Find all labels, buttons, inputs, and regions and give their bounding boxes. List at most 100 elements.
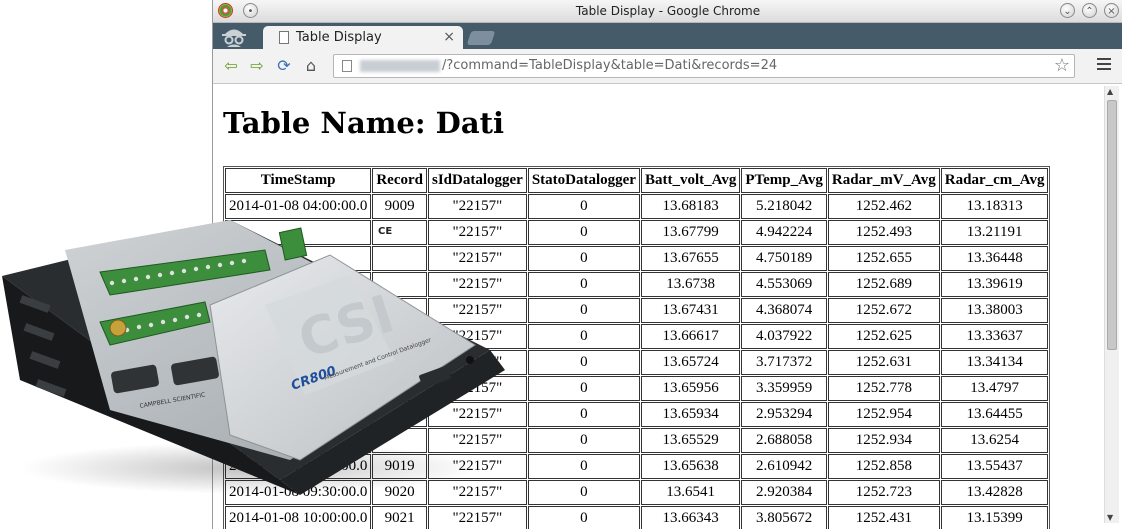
table-cell: 0 xyxy=(527,298,640,323)
table-cell: 1252.778 xyxy=(827,376,940,401)
table-cell: 13.67431 xyxy=(640,298,741,323)
table-cell: 2.920384 xyxy=(741,480,827,505)
scroll-up-icon[interactable]: ▲ xyxy=(1107,87,1113,96)
table-cell: 3.359959 xyxy=(741,376,827,401)
table-cell: 13.65724 xyxy=(640,350,741,375)
tab-label: Table Display xyxy=(296,30,382,45)
incognito-icon xyxy=(222,29,246,47)
table-cell: 13.65934 xyxy=(640,402,741,427)
table-cell: 0 xyxy=(527,428,640,453)
back-arrow-icon[interactable]: ⇦ xyxy=(221,56,241,76)
table-cell: 3.717372 xyxy=(741,350,827,375)
maximize-button[interactable]: ⌃ xyxy=(1082,3,1097,18)
table-cell: 13.65638 xyxy=(640,454,741,479)
table-cell: 13.18313 xyxy=(940,194,1049,219)
tab-table-display[interactable]: Table Display × xyxy=(263,26,463,49)
table-cell: 1252.631 xyxy=(827,350,940,375)
reload-icon[interactable]: ⟳ xyxy=(274,56,294,76)
minimize-button[interactable]: ⌄ xyxy=(1060,3,1075,18)
table-cell: 4.942224 xyxy=(741,220,827,245)
bookmark-star-icon[interactable]: ☆ xyxy=(1054,55,1070,76)
table-cell: 13.15399 xyxy=(940,506,1049,529)
table-cell: 1252.954 xyxy=(827,402,940,427)
table-cell: 0 xyxy=(527,506,640,529)
table-cell: 13.42828 xyxy=(940,480,1049,505)
table-cell: 1252.858 xyxy=(827,454,940,479)
table-cell: 13.6541 xyxy=(640,480,741,505)
table-cell: 4.037922 xyxy=(741,324,827,349)
table-header-row: TimeStamp Record sIdDatalogger StatoDatalog… xyxy=(225,168,1049,193)
column-header: PTemp_Avg xyxy=(741,168,827,193)
page-title: Table Name: Dati xyxy=(223,106,505,140)
browser-toolbar: ⇦ ⇨ ⟳ ⌂ /?command=TableDisplay&table=Dat… xyxy=(213,49,1122,84)
close-window-button[interactable]: × xyxy=(1104,3,1119,18)
table-cell: 13.6254 xyxy=(940,428,1049,453)
table-cell: 13.65529 xyxy=(640,428,741,453)
column-header: StatoDatalogger xyxy=(527,168,640,193)
table-cell: 1252.493 xyxy=(827,220,940,245)
title-bar: • Table Display - Google Chrome ⌄ ⌃ × xyxy=(213,0,1122,23)
table-cell: 0 xyxy=(527,324,640,349)
scroll-down-icon[interactable]: ▼ xyxy=(1107,513,1113,522)
table-cell: 13.66617 xyxy=(640,324,741,349)
table-cell: 13.21191 xyxy=(940,220,1049,245)
forward-arrow-icon[interactable]: ⇨ xyxy=(247,56,267,76)
table-cell: 1252.655 xyxy=(827,246,940,271)
table-cell: 13.55437 xyxy=(940,454,1049,479)
table-cell: 1252.672 xyxy=(827,298,940,323)
scrollbar-thumb[interactable] xyxy=(1107,100,1117,350)
table-cell: 0 xyxy=(527,480,640,505)
vertical-scrollbar[interactable]: ▲ ▼ xyxy=(1104,86,1119,523)
table-cell: 4.368074 xyxy=(741,298,827,323)
table-cell: 2014-01-08 10:00:00.0 xyxy=(225,506,372,529)
table-cell: 13.64455 xyxy=(940,402,1049,427)
new-tab-button[interactable] xyxy=(466,31,496,45)
table-cell: 0 xyxy=(527,272,640,297)
table-cell: 1252.689 xyxy=(827,272,940,297)
table-cell: 2.688058 xyxy=(741,428,827,453)
close-tab-icon[interactable]: × xyxy=(443,29,455,45)
column-header: TimeStamp xyxy=(225,168,372,193)
table-cell: 9021 xyxy=(372,506,427,529)
page-info-icon[interactable] xyxy=(342,60,352,72)
table-cell: 13.34134 xyxy=(940,350,1049,375)
table-cell: 5.218042 xyxy=(741,194,827,219)
table-row: 2014-01-08 10:00:00.0 9021 "22157" 0 13.6634… xyxy=(225,506,1049,529)
table-cell: 2.610942 xyxy=(741,454,827,479)
table-cell: 13.66343 xyxy=(640,506,741,529)
table-cell: 0 xyxy=(527,376,640,401)
home-icon[interactable]: ⌂ xyxy=(301,56,321,76)
table-cell: 4.553069 xyxy=(741,272,827,297)
table-cell: 13.33637 xyxy=(940,324,1049,349)
table-cell: 1252.723 xyxy=(827,480,940,505)
page-icon xyxy=(279,31,289,44)
ce-mark: CE xyxy=(378,226,392,237)
table-cell: 0 xyxy=(527,454,640,479)
table-cell: 1252.431 xyxy=(827,506,940,529)
table-cell: 1252.462 xyxy=(827,194,940,219)
table-cell: 13.68183 xyxy=(640,194,741,219)
table-cell: 13.67799 xyxy=(640,220,741,245)
column-header: Radar_mV_Avg xyxy=(827,168,940,193)
column-header: Radar_cm_Avg xyxy=(940,168,1049,193)
cr800-datalogger-image: CSI CR800 Measurement and Control Datalo… xyxy=(2,220,505,495)
table-cell: 13.36448 xyxy=(940,246,1049,271)
table-cell: 4.750189 xyxy=(741,246,827,271)
table-cell: 3.805672 xyxy=(741,506,827,529)
chrome-menu-icon[interactable] xyxy=(1097,58,1111,72)
table-cell: 0 xyxy=(527,350,640,375)
column-header: Batt_volt_Avg xyxy=(640,168,741,193)
table-cell: 0 xyxy=(527,194,640,219)
blurred-host xyxy=(360,60,440,72)
column-header: sIdDatalogger xyxy=(427,168,527,193)
table-cell: 13.67655 xyxy=(640,246,741,271)
table-cell: 1252.625 xyxy=(827,324,940,349)
table-cell: 13.6738 xyxy=(640,272,741,297)
url-text: /?command=TableDisplay&table=Dati&record… xyxy=(442,58,778,73)
table-cell: 13.38003 xyxy=(940,298,1049,323)
table-cell: 0 xyxy=(527,246,640,271)
column-header: Record xyxy=(372,168,427,193)
address-bar[interactable]: /?command=TableDisplay&table=Dati&record… xyxy=(333,54,1075,78)
table-cell: 13.65956 xyxy=(640,376,741,401)
table-cell: 0 xyxy=(527,220,640,245)
